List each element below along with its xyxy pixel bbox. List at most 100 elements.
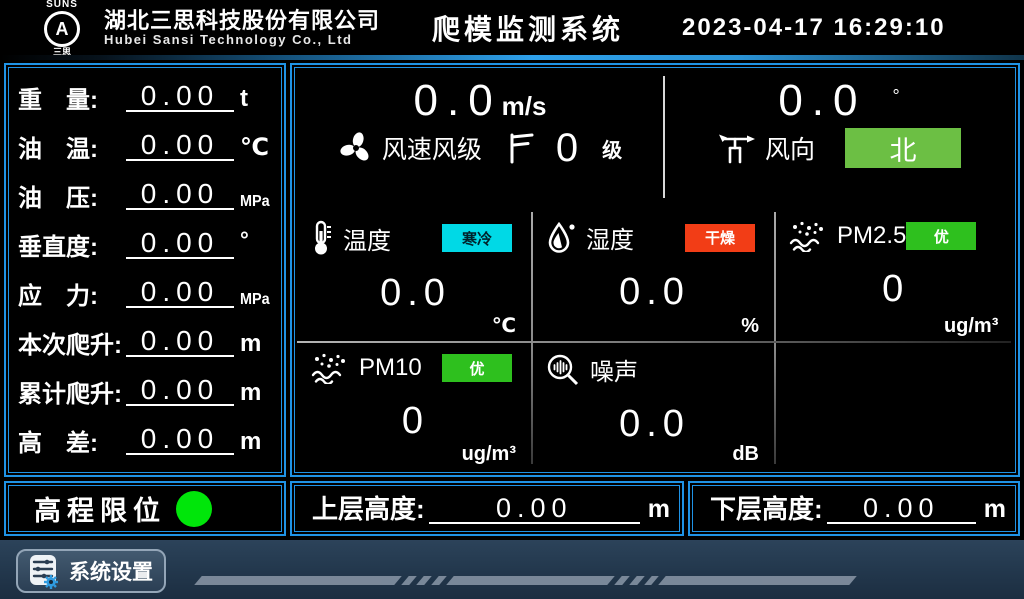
temperature-cell: 温度 寒冷 0.0 ℃ [297, 210, 532, 342]
humidity-cell: 湿度 干燥 0.0 % [532, 210, 775, 342]
pm25-status-badge: 优 [906, 222, 976, 250]
stress-unit: MPa [240, 291, 271, 311]
stress-row: 应 力: 0.00 MPa [18, 276, 274, 311]
lower-height-value: 0.00 [863, 493, 940, 523]
company-name-block: 湖北三思科技股份有限公司 Hubei Sansi Technology Co.,… [104, 8, 380, 48]
noise-value: 0.0 [546, 403, 763, 446]
footer-bar: 系统设置 [0, 540, 1024, 599]
lower-height-unit: m [984, 495, 1006, 528]
temperature-status-badge: 寒冷 [442, 224, 512, 252]
verticality-unit: ° [240, 227, 274, 255]
wind-speed-unit: m/s [502, 91, 547, 122]
pm10-status-badge: 优 [442, 354, 512, 382]
dust-particles-icon [789, 220, 827, 252]
current-climb-row: 本次爬升: 0.00 m [18, 325, 274, 360]
oil-temp-unit: ℃ [240, 133, 274, 164]
sensor-grid: 温度 寒冷 0.0 ℃ 湿度 干燥 [297, 210, 1013, 470]
weight-value: 0.00 [141, 80, 220, 111]
upper-height-value: 0.00 [496, 493, 573, 523]
total-climb-unit: m [240, 379, 274, 409]
verticality-row: 垂直度: 0.00 ° [18, 227, 274, 262]
company-name-en: Hubei Sansi Technology Co., Ltd [104, 33, 380, 48]
pm10-unit: ug/m³ [462, 443, 516, 466]
humidity-value: 0.0 [546, 271, 763, 314]
noise-label: 噪声 [590, 352, 638, 387]
wind-level-icon [508, 132, 534, 164]
verticality-label: 垂直度: [18, 227, 124, 262]
lower-height-panel: 下层高度: 0.00 m [688, 481, 1020, 536]
total-climb-row: 累计爬升: 0.00 m [18, 374, 274, 409]
weight-row: 重 量: 0.00 t [18, 80, 274, 115]
oil-pressure-row: 油 压: 0.00 MPa [18, 178, 274, 213]
header: SUNS A 三思 湖北三思科技股份有限公司 Hubei Sansi Techn… [0, 0, 1024, 56]
wind-section: 0.0 m/s 风速风级 [297, 70, 1013, 210]
pm25-value: 0 [789, 268, 1002, 311]
wind-level-value: 0 [556, 128, 578, 168]
humidity-label: 湿度 [586, 220, 634, 255]
pm10-label: PM10 [359, 354, 422, 382]
oil-pressure-label: 油 压: [18, 178, 124, 213]
total-climb-label: 累计爬升: [18, 374, 124, 409]
wind-direction-block: 0.0 ° 风向 北 [665, 70, 1013, 210]
pm25-label: PM2.5 [837, 222, 906, 250]
grid-divider-vertical-1 [531, 212, 533, 464]
upper-height-unit: m [648, 495, 670, 528]
weight-label: 重 量: [18, 80, 124, 115]
wind-speed-block: 0.0 m/s 风速风级 [297, 70, 663, 210]
upper-height-panel: 上层高度: 0.00 m [290, 481, 684, 536]
environment-panel: 0.0 m/s 风速风级 [290, 63, 1020, 477]
verticality-value: 0.00 [141, 227, 220, 258]
thermometer-icon [311, 220, 333, 256]
noise-unit: dB [732, 443, 759, 466]
oil-temp-label: 油 温: [18, 129, 124, 164]
temperature-unit: ℃ [492, 313, 516, 338]
height-diff-row: 高 差: 0.00 m [18, 423, 274, 458]
wind-direction-label: 风向 [765, 130, 815, 166]
wind-vane-icon [717, 131, 757, 165]
wind-speed-label: 风速风级 [382, 130, 482, 166]
empty-cell [775, 342, 1014, 470]
pm10-cell: PM10 优 0 ug/m³ [297, 342, 532, 470]
oil-pressure-value: 0.00 [141, 178, 220, 209]
elevation-limit-status-light [176, 491, 212, 527]
oil-temp-value: 0.00 [141, 129, 220, 160]
current-climb-value: 0.00 [141, 325, 220, 356]
wind-direction-value: 0.0 [778, 78, 866, 124]
sliders-gear-icon [29, 552, 61, 590]
logo-circle-icon: A [44, 11, 80, 47]
upper-height-label: 上层高度: [312, 489, 425, 528]
pm10-value: 0 [311, 400, 520, 443]
noise-magnifier-icon [546, 353, 580, 387]
water-drop-icon [546, 221, 576, 255]
header-divider [0, 55, 1024, 60]
noise-cell: 噪声 0.0 dB [532, 342, 775, 470]
wind-direction-unit: ° [892, 86, 899, 107]
system-settings-label: 系统设置 [69, 556, 153, 586]
company-logo: SUNS A 三思 [26, 0, 98, 57]
wind-speed-value: 0.0 [414, 78, 502, 124]
wind-level-unit: 级 [602, 134, 622, 163]
system-settings-button[interactable]: 系统设置 [16, 549, 166, 593]
temperature-label: 温度 [343, 221, 391, 256]
humidity-status-badge: 干燥 [685, 224, 755, 252]
stress-value: 0.00 [141, 276, 220, 307]
current-climb-unit: m [240, 330, 274, 360]
height-diff-label: 高 差: [18, 423, 124, 458]
grid-divider-horizontal [297, 341, 1011, 343]
temperature-value: 0.0 [311, 272, 520, 315]
current-climb-label: 本次爬升: [18, 325, 124, 360]
humidity-unit: % [741, 315, 759, 338]
grid-divider-vertical-2 [774, 212, 776, 464]
lower-height-label: 下层高度: [710, 489, 823, 528]
dust-particles-icon [311, 352, 349, 384]
oil-temp-row: 油 温: 0.00 ℃ [18, 129, 274, 164]
datetime-display: 2023-04-17 16:29:10 [682, 14, 946, 42]
oil-pressure-unit: MPa [240, 193, 271, 213]
monitoring-screen: SUNS A 三思 湖北三思科技股份有限公司 Hubei Sansi Techn… [0, 0, 1024, 599]
total-climb-value: 0.00 [141, 374, 220, 405]
wind-direction-button[interactable]: 北 [845, 128, 961, 168]
pm25-unit: ug/m³ [944, 315, 998, 338]
height-diff-unit: m [240, 428, 274, 458]
footer-decorative-stripes [194, 576, 857, 585]
pm25-cell: PM2.5 优 0 ug/m³ [775, 210, 1014, 342]
